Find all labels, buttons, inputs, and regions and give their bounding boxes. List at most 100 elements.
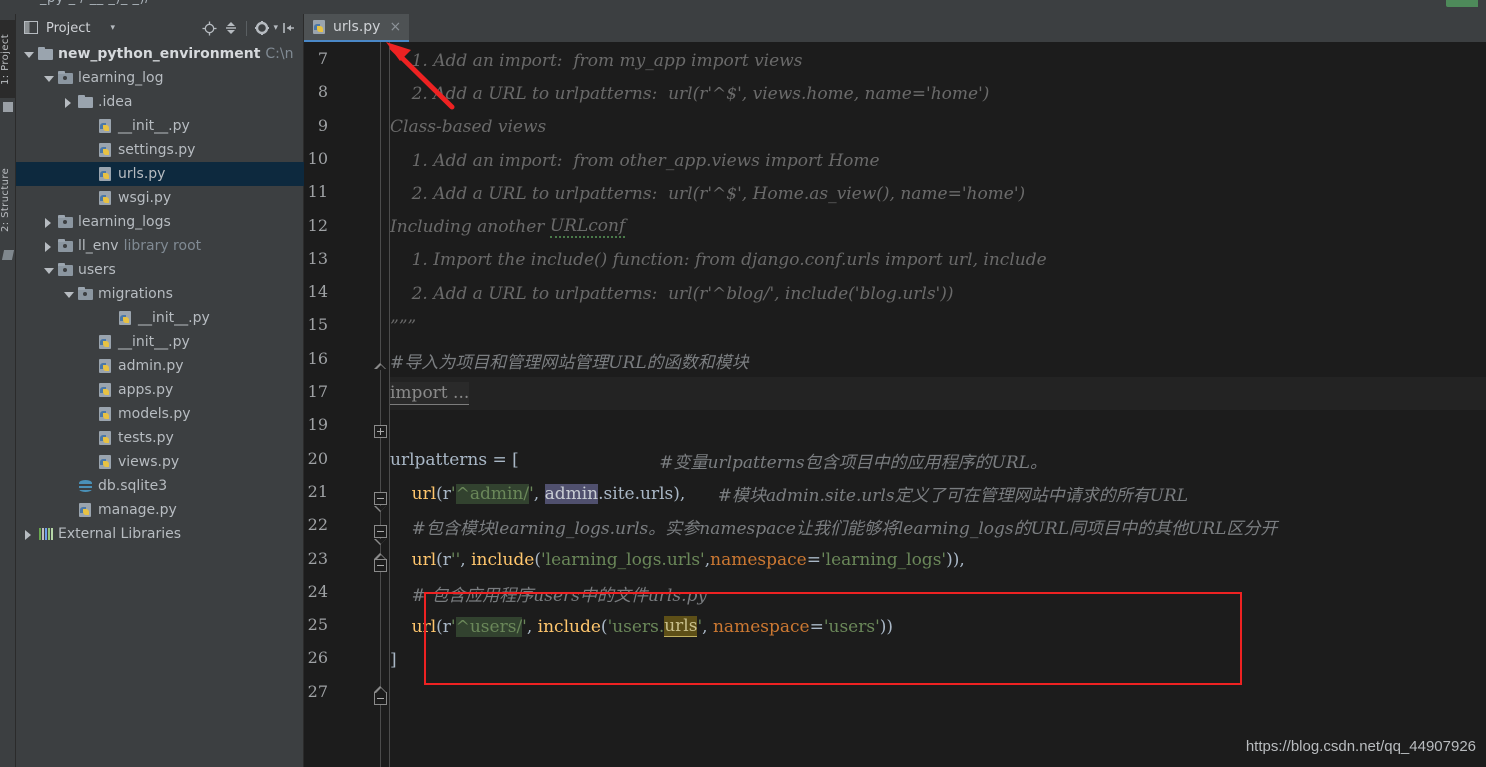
code-line-10[interactable]: 1. Add an import: from other_app.views i…: [390, 144, 1486, 177]
chevron-right-icon[interactable]: [22, 528, 35, 541]
code-line-24[interactable]: # 包含应用程序users中的文件urls.py: [390, 577, 1486, 610]
code-token-ident: urlpatterns: [390, 450, 488, 471]
code-line-7[interactable]: 1. Add an import: from my_app import vie…: [390, 44, 1486, 77]
code-line-15[interactable]: ”””: [390, 310, 1486, 343]
code-token-str: 'learning_logs.urls': [540, 550, 705, 571]
hide-panel-icon[interactable]: [278, 17, 300, 39]
tree-item-manage-py[interactable]: manage.py: [16, 498, 304, 522]
tree-item-db-sqlite3[interactable]: db.sqlite3: [16, 474, 304, 498]
tree-item-label: models.py: [118, 406, 191, 422]
code-token-punc: )): [879, 616, 894, 637]
fold-marker-line22[interactable]: [374, 559, 387, 572]
code-token-cmt: # 包含应用程序users中的文件urls.py: [411, 585, 707, 606]
code-line-23[interactable]: url(r '', include('learning_logs.urls', na…: [390, 544, 1486, 577]
fold-marker-close-bracket[interactable]: [374, 692, 387, 705]
rail-tab-structure[interactable]: 2: Structure: [0, 154, 16, 246]
chevron-down-icon[interactable]: [22, 48, 35, 61]
tree-item-settings-py[interactable]: settings.py: [16, 138, 304, 162]
tree-item-label: __init__.py: [118, 118, 190, 134]
code-token-punc: )),: [946, 550, 965, 571]
tree-item--init-py[interactable]: __init__.py: [16, 330, 304, 354]
tree-item-label: learning_logs: [78, 214, 171, 230]
fold-marker-cap-bottom-2: [374, 539, 387, 545]
project-tree[interactable]: new_python_environment C:\n learning_log .i…: [16, 42, 304, 546]
tree-item-new-python-environment[interactable]: new_python_environment C:\n: [16, 42, 304, 66]
code-line-12[interactable]: Including another URLconf: [390, 211, 1486, 244]
code-line-27[interactable]: [390, 677, 1486, 710]
code-token-ident: r: [442, 550, 451, 571]
line-number: 12: [307, 215, 328, 235]
tree-item-label: tests.py: [118, 430, 174, 446]
line-number-gutter[interactable]: 7 8 9 10 11 12 13 14 15 16 17 19 20 21 22 23 24 25 26 27: [304, 42, 390, 767]
breadcrumb-strip: _py _ / __ _)_ _)/: [0, 0, 1486, 14]
code-line-14[interactable]: 2. Add a URL to urlpatterns: url(r'^blog…: [390, 277, 1486, 310]
tree-item-learning-log[interactable]: learning_log: [16, 66, 304, 90]
code-line-13[interactable]: 1. Import the include() function: from d…: [390, 244, 1486, 277]
code-token-foldtext: import ...: [390, 382, 470, 406]
chevron-down-icon[interactable]: ▾: [110, 23, 115, 33]
code-token-doc: 2. Add a URL to urlpatterns: url(r'^$', …: [390, 83, 990, 104]
code-line-25[interactable]: url(r ' ^users/', include('users. urls ', na…: [390, 610, 1486, 643]
code-line-17[interactable]: import ...: [390, 377, 1486, 411]
code-line-20[interactable]: urlpatterns = [ #变量urlpatterns包含项目中的应用程序…: [390, 444, 1486, 477]
code-line-11[interactable]: 2. Add a URL to urlpatterns: url(r'^$', …: [390, 177, 1486, 210]
close-icon[interactable]: ×: [389, 19, 401, 35]
tree-item-users[interactable]: users: [16, 258, 304, 282]
tree-item-models-py[interactable]: models.py: [16, 402, 304, 426]
chevron-down-icon[interactable]: [62, 288, 75, 301]
code-line-16[interactable]: #导入为项目和管理网站管理URL的函数和模块: [390, 344, 1486, 377]
code-token-selhl: admin: [544, 483, 599, 504]
fold-marker-line21[interactable]: [374, 525, 387, 538]
fold-marker-cap-top[interactable]: [374, 363, 387, 370]
editor-body[interactable]: 7 8 9 10 11 12 13 14 15 16 17 19 20 21 22 23 24 25 26 27 1.…: [304, 42, 1486, 767]
code-line-19[interactable]: [390, 410, 1486, 443]
tree-item-label: learning_log: [78, 70, 164, 86]
tree-item-tests-py[interactable]: tests.py: [16, 426, 304, 450]
python-file-icon: [97, 334, 114, 350]
code-line-8[interactable]: 2. Add a URL to urlpatterns: url(r'^$', …: [390, 77, 1486, 110]
code-token-doc: 2. Add a URL to urlpatterns: url(r'^blog…: [390, 283, 954, 304]
fold-guide-line: [380, 42, 381, 767]
project-view-icon[interactable]: [20, 17, 42, 39]
tree-item-views-py[interactable]: views.py: [16, 450, 304, 474]
tree-item-admin-py[interactable]: admin.py: [16, 354, 304, 378]
chevron-down-icon[interactable]: [42, 264, 55, 277]
tree-item-wsgi-py[interactable]: wsgi.py: [16, 186, 304, 210]
structure-rail-icon: [1, 250, 15, 260]
code-surface[interactable]: 1. Add an import: from my_app import vie…: [390, 42, 1486, 767]
tree-item-migrations[interactable]: migrations: [16, 282, 304, 306]
tree-item-urls-py[interactable]: urls.py: [16, 162, 304, 186]
locate-target-icon[interactable]: [198, 17, 220, 39]
chevron-right-icon[interactable]: [42, 240, 55, 253]
tree-item-label: migrations: [98, 286, 173, 302]
tree-item--init-py[interactable]: __init__.py: [16, 114, 304, 138]
tree-item-suffix: library root: [123, 238, 202, 254]
run-button[interactable]: [1446, 0, 1480, 7]
tree-item--idea[interactable]: .idea: [16, 90, 304, 114]
gear-icon[interactable]: [251, 17, 273, 39]
fold-marker-expand-import[interactable]: [374, 425, 387, 438]
chevron-right-icon[interactable]: [62, 96, 75, 109]
code-line-26[interactable]: ]: [390, 643, 1486, 676]
toolbar-edge: [1478, 0, 1484, 7]
line-number: 11: [307, 182, 328, 202]
collapse-all-icon[interactable]: [220, 17, 242, 39]
tree-item-apps-py[interactable]: apps.py: [16, 378, 304, 402]
tree-item-learning-logs[interactable]: learning_logs: [16, 210, 304, 234]
code-line-22[interactable]: #包含模块learning_logs.urls。实参namespace让我们能够…: [390, 510, 1486, 543]
chevron-right-icon[interactable]: [42, 216, 55, 229]
rail-tab-project[interactable]: 1: Project: [0, 20, 16, 98]
line-number: 26: [307, 648, 328, 668]
code-line-9[interactable]: Class-based views: [390, 111, 1486, 144]
code-line-21[interactable]: url(r ' ^admin/', admin .site.urls), #模块adm…: [390, 477, 1486, 510]
tree-item-external-libraries[interactable]: External Libraries: [16, 522, 304, 546]
tree-item-ll-env[interactable]: ll_env library root: [16, 234, 304, 258]
fold-marker-urlpatterns[interactable]: [374, 492, 387, 505]
editor-tab-urls-py[interactable]: urls.py ×: [304, 14, 410, 42]
tree-item--init-py[interactable]: __init__.py: [16, 306, 304, 330]
breadcrumb: _py _ / __ _)_ _)/: [40, 0, 150, 6]
chevron-down-icon[interactable]: [42, 72, 55, 85]
